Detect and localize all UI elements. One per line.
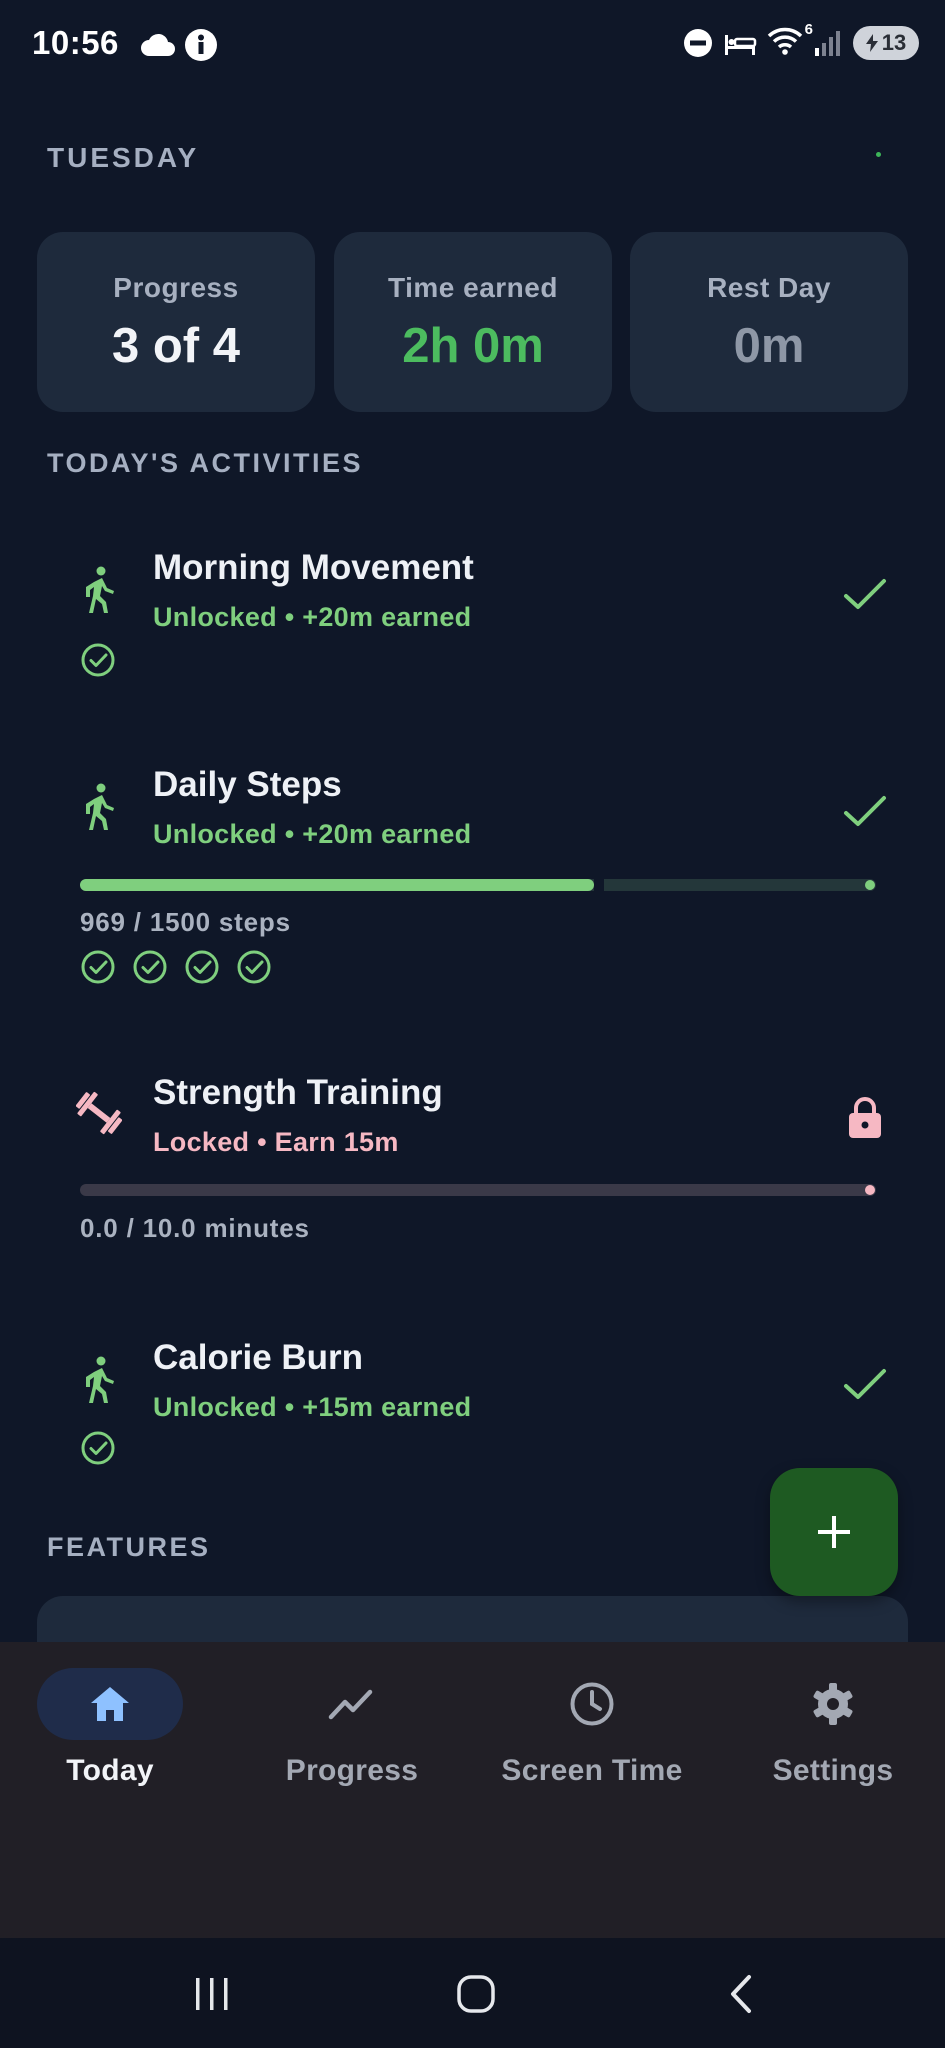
battery-indicator: 13 xyxy=(853,26,919,60)
steps-progress-text: 969 / 1500 steps xyxy=(80,907,291,937)
activity-title: Strength Training xyxy=(153,1073,443,1112)
system-navigation xyxy=(0,1938,945,2048)
plus-icon xyxy=(818,1516,850,1548)
back-icon[interactable] xyxy=(720,1972,764,2016)
check-circle-icon xyxy=(81,643,115,677)
nav-label: Screen Time xyxy=(501,1754,683,1787)
progress-gap xyxy=(594,879,604,891)
check-icon xyxy=(844,1369,886,1399)
wifi-badge: 6 xyxy=(804,20,813,38)
cloud-icon xyxy=(141,33,175,56)
day-label: TUESDAY xyxy=(47,142,200,173)
do-not-disturb-icon xyxy=(684,29,712,57)
stat-label: Progress xyxy=(113,272,239,303)
nav-label: Today xyxy=(66,1754,154,1787)
check-circle-icon xyxy=(81,950,115,984)
activity-status: Unlocked • +20m earned xyxy=(153,819,472,849)
sleep-mode-icon xyxy=(725,35,757,55)
nav-label: Settings xyxy=(772,1754,894,1787)
activity-status: Locked • Earn 15m xyxy=(153,1127,399,1157)
add-activity-button[interactable] xyxy=(770,1468,898,1596)
info-icon xyxy=(185,29,217,61)
signal-icon xyxy=(815,31,840,56)
nav-screen-time[interactable]: Screen Time xyxy=(482,1668,702,1788)
check-circle-icon xyxy=(185,950,219,984)
strength-progress-text: 0.0 / 10.0 minutes xyxy=(80,1213,310,1243)
clock-icon xyxy=(570,1682,614,1726)
trending-icon xyxy=(328,1689,373,1720)
nav-today[interactable]: Today xyxy=(0,1668,220,1788)
today-screen: 10:56 6 13 TUESDAY Progress 3 of 4 Time … xyxy=(0,0,945,2048)
walking-icon xyxy=(86,1356,114,1403)
check-circle-icon xyxy=(81,1431,115,1465)
activity-status: Unlocked • +20m earned xyxy=(153,602,472,632)
activity-title: Morning Movement xyxy=(153,548,474,587)
walking-icon xyxy=(86,783,114,830)
lock-icon xyxy=(849,1097,881,1138)
home-circle-icon[interactable] xyxy=(454,1972,498,2016)
stat-label: Time earned xyxy=(388,272,558,303)
activities-section-title: TODAY'S ACTIVITIES xyxy=(47,448,363,478)
stat-value: 3 of 4 xyxy=(112,319,240,373)
activity-status: Unlocked • +15m earned xyxy=(153,1392,472,1422)
activity-morning-movement[interactable]: Morning Movement Unlocked • +20m earned xyxy=(60,540,890,690)
stat-value: 0m xyxy=(733,319,805,373)
stat-card-time-earned: Time earned 2h 0m xyxy=(334,232,612,412)
activity-title: Daily Steps xyxy=(153,765,342,804)
battery-level: 13 xyxy=(881,30,907,55)
status-time: 10:56 xyxy=(32,24,119,61)
steps-progress-bar xyxy=(80,879,876,891)
strength-progress-bar xyxy=(80,1184,876,1196)
status-bar: 10:56 6 13 xyxy=(0,0,945,92)
stat-label: Rest Day xyxy=(707,272,831,303)
completion-checks xyxy=(80,949,272,985)
stat-value: 2h 0m xyxy=(402,319,544,373)
check-icon xyxy=(844,796,886,826)
features-section-title: FEATURES xyxy=(47,1532,211,1562)
wifi-icon xyxy=(767,27,803,55)
check-icon xyxy=(844,579,886,609)
home-icon xyxy=(91,1687,129,1721)
nav-settings[interactable]: Settings xyxy=(723,1668,943,1788)
dumbbell-icon xyxy=(76,1091,122,1135)
activity-strength-training[interactable]: Strength Training Locked • Earn 15m 0.0 … xyxy=(60,1065,890,1245)
activity-calorie-burn[interactable]: Calorie Burn Unlocked • +15m earned xyxy=(60,1330,890,1480)
progress-end-dot xyxy=(865,880,875,890)
gear-icon xyxy=(813,1683,853,1725)
activity-title: Calorie Burn xyxy=(153,1338,364,1377)
activity-daily-steps[interactable]: Daily Steps Unlocked • +20m earned 969 /… xyxy=(60,757,890,997)
walking-icon xyxy=(86,566,114,613)
stat-card-progress: Progress 3 of 4 xyxy=(37,232,315,412)
indicator-dot xyxy=(876,152,881,157)
stat-card-rest-day: Rest Day 0m xyxy=(630,232,908,412)
check-circle-icon xyxy=(133,950,167,984)
nav-progress[interactable]: Progress xyxy=(242,1668,462,1788)
progress-fill xyxy=(80,879,594,891)
bottom-navigation: Today Progress Screen Time Settings xyxy=(0,1642,945,1938)
nav-label: Progress xyxy=(285,1754,419,1787)
completion-checks xyxy=(80,642,116,678)
check-circle-icon xyxy=(237,950,271,984)
recents-icon[interactable] xyxy=(190,1972,234,2016)
completion-checks xyxy=(80,1430,116,1466)
progress-end-dot xyxy=(865,1185,875,1195)
charging-bolt-icon xyxy=(865,34,878,52)
